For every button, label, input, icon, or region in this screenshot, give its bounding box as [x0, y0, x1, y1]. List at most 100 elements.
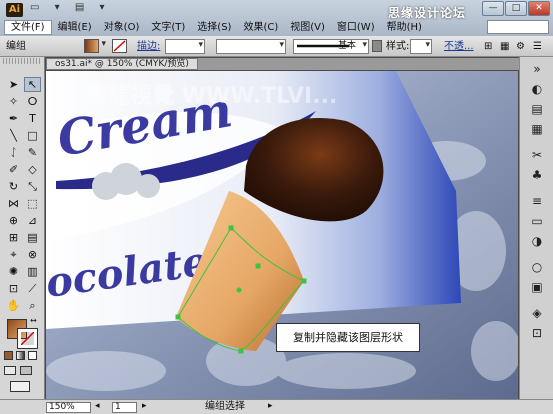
color-mode-icon[interactable]	[4, 351, 13, 360]
menu-edit[interactable]: 编辑(E)	[52, 20, 98, 35]
menu-effect[interactable]: 效果(C)	[237, 20, 284, 35]
eraser-tool-icon[interactable]: ◇	[24, 162, 41, 177]
color-guide-panel-icon[interactable]: ▤	[528, 101, 546, 117]
menu-help[interactable]: 帮助(H)	[381, 20, 428, 35]
artboards-panel-icon[interactable]: ⊡	[528, 325, 546, 341]
stroke-color-box[interactable]	[17, 328, 38, 349]
status-menu-icon[interactable]: ▸	[268, 401, 273, 411]
blend-tool-icon[interactable]: ⊗	[24, 247, 41, 262]
dock-collapse-icon[interactable]: »	[528, 61, 546, 77]
pencil-tool-icon[interactable]: ✎	[24, 145, 41, 160]
window-controls: — □ ✕	[482, 1, 550, 16]
tools-panel: ➤ ↖ ✧ ⵔ ✒ T ╲ □ ᛇ ✎ ✐ ◇ ↻ ⤡ ⋈ ⬚ ⊕ ⊿ ⊞ ▤ …	[0, 57, 45, 400]
next-artboard-icon[interactable]: ▸	[142, 401, 147, 411]
pen-tool-icon[interactable]: ✒	[5, 111, 22, 126]
fill-dropdown[interactable]	[99, 39, 107, 54]
layers-panel-icon[interactable]: ◈	[528, 305, 546, 321]
hand-tool-icon[interactable]: ✋	[5, 298, 22, 313]
variable-width-dropdown[interactable]	[216, 39, 286, 54]
search-input[interactable]	[487, 20, 549, 34]
document-tab[interactable]: os31.ai* @ 150% (CMYK/预览)	[46, 58, 198, 70]
symbol-sprayer-tool-icon[interactable]: ✺	[5, 264, 22, 279]
no-stroke-icon	[20, 331, 35, 346]
menu-view[interactable]: 视图(V)	[284, 20, 331, 35]
menu-row: 文件(F) 编辑(E) 对象(O) 文字(T) 选择(S) 效果(C) 视图(V…	[0, 19, 553, 36]
panel-dock: » ◐ ▤ ▦ ✂ ♣ ≡ ▭ ◑ ○ ▣ ◈ ⊡	[519, 57, 553, 400]
color-panel-icon[interactable]: ◐	[528, 81, 546, 97]
stroke-weight-field[interactable]	[165, 39, 205, 54]
graphic-style-swatch[interactable]	[372, 40, 382, 52]
title-menu-bar: Ai ▭ ▾ ▤ ▾ 思缘设计论坛 — □ ✕ 文件(F) 编辑(E) 对象(O…	[0, 0, 553, 36]
stroke-swatch[interactable]	[112, 39, 127, 53]
stroke-panel-icon[interactable]: ≡	[528, 193, 546, 209]
fill-swatch[interactable]	[84, 39, 99, 53]
stroke-label[interactable]: 描边:	[137, 39, 160, 54]
document-tab-bar: os31.ai* @ 150% (CMYK/预览)	[46, 58, 526, 70]
swatches-panel-icon[interactable]: ▦	[528, 121, 546, 137]
menu-window[interactable]: 窗口(W)	[331, 20, 381, 35]
menu-select[interactable]: 选择(S)	[191, 20, 237, 35]
width-tool-icon[interactable]: ⋈	[5, 196, 22, 211]
opacity-label[interactable]: 不透...	[444, 39, 474, 54]
zoom-field[interactable]: 150%	[46, 402, 91, 413]
slice-tool-icon[interactable]: ⟋	[24, 281, 41, 296]
graph-tool-icon[interactable]: ▥	[24, 264, 41, 279]
graphic-styles-panel-icon[interactable]: ▣	[528, 279, 546, 295]
prev-artboard-icon[interactable]: ◂	[95, 401, 100, 411]
blob-brush-tool-icon[interactable]: ✐	[5, 162, 22, 177]
rotate-tool-icon[interactable]: ↻	[5, 179, 22, 194]
swap-colors-icon[interactable]: ↔	[30, 316, 37, 325]
align-icon[interactable]: ▦	[500, 39, 509, 54]
instruction-callout: 复制并隐藏该图层形状	[276, 323, 420, 352]
gradient-tool-icon[interactable]: ▤	[24, 230, 41, 245]
artwork-watermark: 腾龍視覺 WWW.TLVI...	[86, 83, 337, 109]
mesh-tool-icon[interactable]: ⊞	[5, 230, 22, 245]
status-text[interactable]: 编组选择	[205, 401, 245, 413]
toolbar-grip[interactable]	[3, 58, 41, 64]
transparency-panel-icon[interactable]: ◑	[528, 233, 546, 249]
menu-file[interactable]: 文件(F)	[4, 20, 52, 35]
menu-type[interactable]: 文字(T)	[145, 20, 191, 35]
none-mode-icon[interactable]	[28, 351, 37, 360]
control-bar: 编组 描边: 基本 样式: 不透... ⊞ ▦ ⚙ ☰	[0, 36, 553, 57]
no-stroke-icon	[113, 40, 126, 52]
draw-behind-icon[interactable]	[20, 366, 32, 375]
selection-tool-icon[interactable]: ➤	[5, 77, 22, 92]
lasso-tool-icon[interactable]: ⵔ	[24, 94, 41, 109]
artboard-number-field[interactable]: 1	[112, 402, 137, 413]
gradient-panel-icon[interactable]: ▭	[528, 213, 546, 229]
styles-label: 样式:	[386, 41, 410, 52]
gradient-mode-icon[interactable]	[16, 351, 25, 360]
scale-tool-icon[interactable]: ⤡	[24, 179, 41, 194]
app-bar-buttons[interactable]: ▭ ▾ ▤ ▾	[30, 2, 110, 13]
panel-menu-icon[interactable]: ☰	[533, 39, 542, 54]
status-bar: 150% ◂ 1 ▸ 编组选择 ▸	[0, 399, 553, 414]
menu-object[interactable]: 对象(O)	[98, 20, 146, 35]
styles-dropdown[interactable]	[410, 39, 432, 54]
brushes-panel-icon[interactable]: ✂	[528, 147, 546, 163]
selection-label: 编组	[6, 41, 26, 52]
shape-builder-tool-icon[interactable]: ⊕	[5, 213, 22, 228]
draw-normal-icon[interactable]	[4, 366, 16, 375]
direct-selection-tool-icon[interactable]: ↖	[24, 77, 41, 92]
brush-dropdown[interactable]: 基本	[293, 39, 369, 54]
screen-mode-icon[interactable]	[10, 381, 30, 392]
line-tool-icon[interactable]: ╲	[5, 128, 22, 143]
paintbrush-tool-icon[interactable]: ᛇ	[5, 145, 22, 160]
type-tool-icon[interactable]: T	[24, 111, 41, 126]
gear-icon[interactable]: ⚙	[516, 39, 525, 54]
maximize-button[interactable]: □	[505, 1, 527, 16]
rectangle-tool-icon[interactable]: □	[24, 128, 41, 143]
eyedropper-tool-icon[interactable]: ⌖	[5, 247, 22, 262]
close-button[interactable]: ✕	[528, 1, 550, 16]
symbols-panel-icon[interactable]: ♣	[528, 167, 546, 183]
perspective-grid-tool-icon[interactable]: ⊿	[24, 213, 41, 228]
zoom-tool-icon[interactable]: ⌕	[24, 298, 41, 313]
transform-icon[interactable]: ⊞	[484, 39, 492, 54]
appearance-panel-icon[interactable]: ○	[528, 259, 546, 275]
brush-style-label: 基本	[338, 41, 357, 51]
minimize-button[interactable]: —	[482, 1, 504, 16]
artboard-tool-icon[interactable]: ⊡	[5, 281, 22, 296]
free-transform-tool-icon[interactable]: ⬚	[24, 196, 41, 211]
magic-wand-tool-icon[interactable]: ✧	[5, 94, 22, 109]
